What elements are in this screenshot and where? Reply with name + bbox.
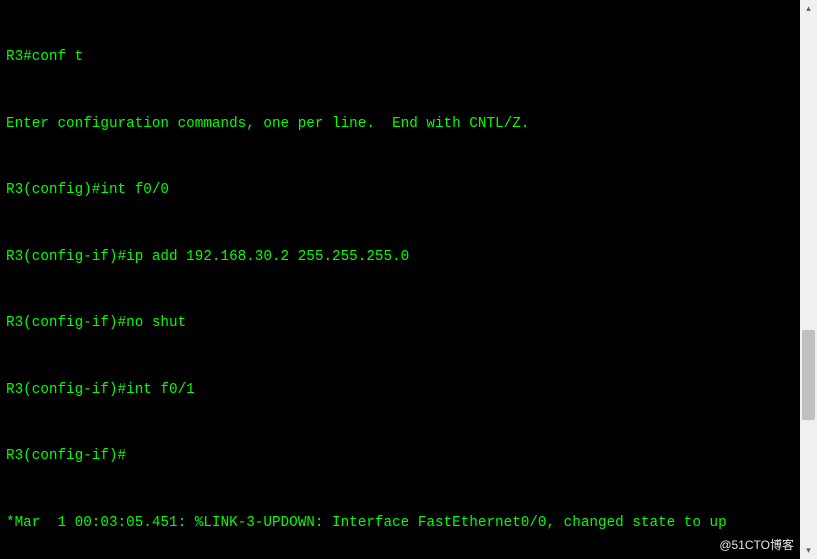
scroll-up-button[interactable]: ▴ [800, 0, 817, 17]
scroll-thumb[interactable] [802, 330, 815, 420]
vertical-scrollbar[interactable]: ▴ ▾ [800, 0, 817, 559]
terminal-line: Enter configuration commands, one per li… [6, 113, 794, 135]
terminal-line: R3(config-if)#int f0/1 [6, 379, 794, 401]
terminal-line: R3(config-if)#ip add 192.168.30.2 255.25… [6, 246, 794, 268]
chevron-up-icon: ▴ [806, 4, 811, 14]
terminal-line: R3(config-if)# [6, 445, 794, 467]
scroll-down-button[interactable]: ▾ [800, 542, 817, 559]
terminal-line: R3#conf t [6, 46, 794, 68]
window-viewport: R3#conf t Enter configuration commands, … [0, 0, 824, 559]
watermark-text: @51CTO博客 [719, 536, 794, 553]
terminal-line: *Mar 1 00:03:05.451: %LINK-3-UPDOWN: Int… [6, 512, 794, 534]
terminal-line: R3(config-if)#no shut [6, 312, 794, 334]
terminal-output[interactable]: R3#conf t Enter configuration commands, … [0, 0, 800, 559]
terminal-line: R3(config)#int f0/0 [6, 179, 794, 201]
chevron-down-icon: ▾ [806, 546, 811, 556]
